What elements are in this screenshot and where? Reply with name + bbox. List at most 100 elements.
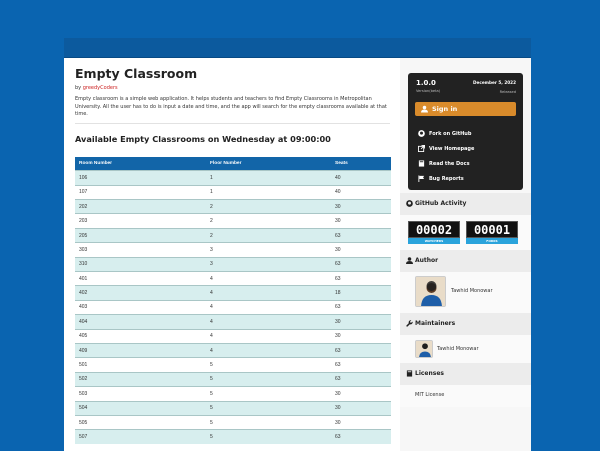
seats-cell: 30 bbox=[331, 414, 391, 430]
room-number-cell: 107 bbox=[75, 184, 206, 200]
maintainers-heading: Maintainers bbox=[400, 313, 531, 335]
author-heading: Author bbox=[400, 250, 531, 272]
author-name[interactable]: Tawhid Monowar bbox=[451, 288, 493, 294]
room-number-cell: 401 bbox=[75, 271, 206, 286]
room-number-cell: 404 bbox=[75, 314, 206, 330]
room-number-cell: 402 bbox=[75, 285, 206, 301]
table-row: 409 4 63 bbox=[75, 342, 391, 358]
bug-reports-link[interactable]: Bug Reports bbox=[418, 175, 464, 183]
watchers-count: 00002 bbox=[408, 221, 460, 238]
github-activity-heading: GitHub Activity bbox=[400, 193, 531, 215]
view-homepage-link[interactable]: View Homepage bbox=[418, 145, 474, 153]
seats-cell: 63 bbox=[331, 299, 391, 315]
release-label: Released bbox=[499, 90, 516, 94]
floor-number-cell: 5 bbox=[206, 386, 331, 402]
seats-cell: 30 bbox=[331, 314, 391, 330]
view-homepage-label: View Homepage bbox=[429, 146, 475, 152]
room-number-cell: 507 bbox=[75, 429, 206, 445]
table-row: 507 5 63 bbox=[75, 429, 391, 445]
seats-cell: 30 bbox=[331, 386, 391, 402]
floor-number-cell: 4 bbox=[206, 299, 331, 315]
seats-cell: 30 bbox=[331, 400, 391, 416]
author-avatar[interactable] bbox=[415, 276, 446, 307]
read-docs-label: Read the Docs bbox=[429, 161, 470, 167]
byline-prefix: by bbox=[75, 85, 82, 91]
room-number-cell: 505 bbox=[75, 414, 206, 430]
table-row: 404 4 30 bbox=[75, 314, 391, 330]
project-description: Empty classroom is a simple web applicat… bbox=[75, 96, 387, 118]
table-row: 504 5 30 bbox=[75, 400, 391, 416]
floor-number-cell: 3 bbox=[206, 242, 331, 258]
licenses-label: Licenses bbox=[415, 370, 444, 377]
external-link-icon bbox=[418, 145, 425, 152]
seats-cell: 40 bbox=[331, 170, 391, 186]
col-header-seats: Seats bbox=[331, 156, 391, 171]
room-number-cell: 205 bbox=[75, 227, 206, 243]
col-header-room: Room Number bbox=[75, 156, 206, 171]
page-container: Empty Classroom by greedyCoders Empty cl… bbox=[64, 58, 531, 451]
floor-number-cell: 5 bbox=[206, 371, 331, 387]
bug-reports-label: Bug Reports bbox=[429, 176, 464, 182]
maintainers-label: Maintainers bbox=[415, 320, 456, 327]
seats-cell: 63 bbox=[331, 371, 391, 387]
github-icon bbox=[418, 130, 425, 137]
seats-cell: 63 bbox=[331, 357, 391, 373]
floor-number-cell: 2 bbox=[206, 227, 331, 243]
room-number-cell: 303 bbox=[75, 242, 206, 258]
license-name[interactable]: MIT License bbox=[415, 392, 444, 398]
main-content: Empty Classroom by greedyCoders Empty cl… bbox=[75, 58, 393, 445]
col-header-floor: Floor Number bbox=[206, 156, 331, 171]
floor-number-cell: 1 bbox=[206, 170, 331, 186]
results-heading: Available Empty Classrooms on Wednesday … bbox=[75, 133, 331, 144]
floor-number-cell: 4 bbox=[206, 285, 331, 301]
read-docs-link[interactable]: Read the Docs bbox=[418, 160, 470, 168]
sign-in-button[interactable]: Sign in bbox=[415, 102, 516, 116]
wrench-icon bbox=[406, 320, 413, 327]
table-row: 405 4 30 bbox=[75, 328, 391, 344]
github-activity-label: GitHub Activity bbox=[415, 200, 467, 207]
version-number: 1.0.0 bbox=[416, 79, 436, 87]
byline: by greedyCoders bbox=[75, 85, 393, 91]
floor-number-cell: 5 bbox=[206, 400, 331, 416]
divider bbox=[75, 122, 390, 124]
person-photo-icon bbox=[416, 341, 432, 357]
room-number-cell: 503 bbox=[75, 386, 206, 402]
maintainer-avatar[interactable] bbox=[415, 340, 433, 358]
maintainer-name[interactable]: Tawhid Monowar bbox=[437, 346, 479, 352]
forks-counter[interactable]: 00001 FORKS bbox=[466, 221, 518, 244]
github-icon bbox=[406, 200, 413, 207]
watchers-counter[interactable]: 00002 WATCHERS bbox=[408, 221, 460, 244]
floor-number-cell: 4 bbox=[206, 342, 331, 358]
table-row: 502 5 63 bbox=[75, 371, 391, 387]
table-row: 107 1 40 bbox=[75, 184, 391, 200]
version-label: Version(beta) bbox=[416, 89, 441, 93]
author-label: Author bbox=[415, 257, 439, 264]
floor-number-cell: 5 bbox=[206, 357, 331, 373]
flag-icon bbox=[418, 175, 425, 182]
seats-cell: 40 bbox=[331, 184, 391, 200]
fork-github-link[interactable]: Fork on GitHub bbox=[418, 130, 471, 138]
table-row: 106 1 40 bbox=[75, 170, 391, 186]
table-row: 401 4 63 bbox=[75, 271, 391, 286]
table-row: 203 2 30 bbox=[75, 213, 391, 229]
user-icon bbox=[421, 105, 428, 113]
table-row: 205 2 63 bbox=[75, 227, 391, 243]
table-body: 106 1 40 107 1 40 202 2 30 203 2 30 205 2 63 303 3 30 310 3… bbox=[75, 170, 391, 445]
book-icon bbox=[418, 160, 425, 167]
floor-number-cell: 4 bbox=[206, 328, 331, 344]
table-row: 503 5 30 bbox=[75, 386, 391, 402]
seats-cell: 30 bbox=[331, 213, 391, 229]
table-row: 303 3 30 bbox=[75, 242, 391, 258]
sidebar: 1.0.0 Version(beta) December 5, 2022 Rel… bbox=[400, 58, 531, 451]
room-number-cell: 310 bbox=[75, 256, 206, 272]
classroom-table: Room Number Floor Number Seats 106 1 40 107… bbox=[75, 156, 391, 445]
forks-count: 00001 bbox=[466, 221, 518, 238]
seats-cell: 63 bbox=[331, 271, 391, 286]
floor-number-cell: 5 bbox=[206, 414, 331, 430]
seats-cell: 30 bbox=[331, 199, 391, 214]
room-number-cell: 403 bbox=[75, 299, 206, 315]
room-number-cell: 203 bbox=[75, 213, 206, 229]
table-row: 402 4 18 bbox=[75, 285, 391, 301]
author-link[interactable]: greedyCoders bbox=[83, 85, 118, 91]
room-number-cell: 106 bbox=[75, 170, 206, 186]
